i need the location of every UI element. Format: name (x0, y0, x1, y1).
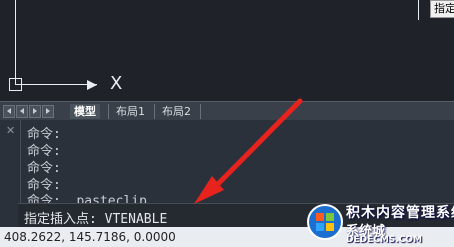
layout-tab-bar: 模型 布局1 布局2 (0, 101, 454, 121)
next-tab-icon[interactable] (29, 105, 41, 118)
ucs-origin-icon (9, 78, 22, 91)
tab-divider (154, 104, 155, 119)
windows-logo-icon (307, 204, 343, 240)
tab-layout1[interactable]: 布局1 (112, 104, 149, 119)
tab-model[interactable]: 模型 (70, 104, 100, 119)
drawing-canvas[interactable]: X 指定 (0, 0, 454, 101)
tab-divider (108, 104, 109, 119)
watermark-url: DEDECMS.COM (346, 235, 422, 245)
canvas-edge-line (418, 0, 419, 20)
ucs-x-axis (15, 84, 97, 85)
prev-tab-icon[interactable] (16, 105, 28, 118)
dynamic-input-tooltip: 指定 (430, 0, 454, 18)
ucs-x-arrow-icon (87, 80, 97, 90)
command-prompt: 指定插入点: VTENABLE (24, 212, 168, 227)
last-tab-icon[interactable] (42, 105, 54, 118)
tab-divider (200, 104, 201, 119)
site-watermark: 积木内容管理系统 系统城 DEDECMS.COM (304, 200, 454, 247)
close-icon[interactable]: ✕ (6, 124, 15, 137)
ucs-y-axis (15, 0, 16, 84)
first-tab-icon[interactable] (3, 105, 15, 118)
ucs-x-label: X (110, 73, 123, 94)
coordinate-readout: 408.2622, 145.7186, 0.0000 (4, 230, 176, 244)
command-gutter (20, 120, 21, 205)
tab-layout2[interactable]: 布局2 (158, 104, 195, 119)
watermark-title: 积木内容管理系统 (346, 205, 454, 221)
